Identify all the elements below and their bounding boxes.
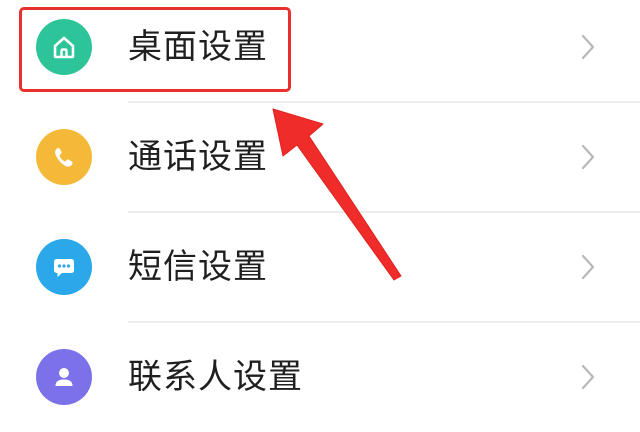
annotation-arrow xyxy=(272,108,402,281)
